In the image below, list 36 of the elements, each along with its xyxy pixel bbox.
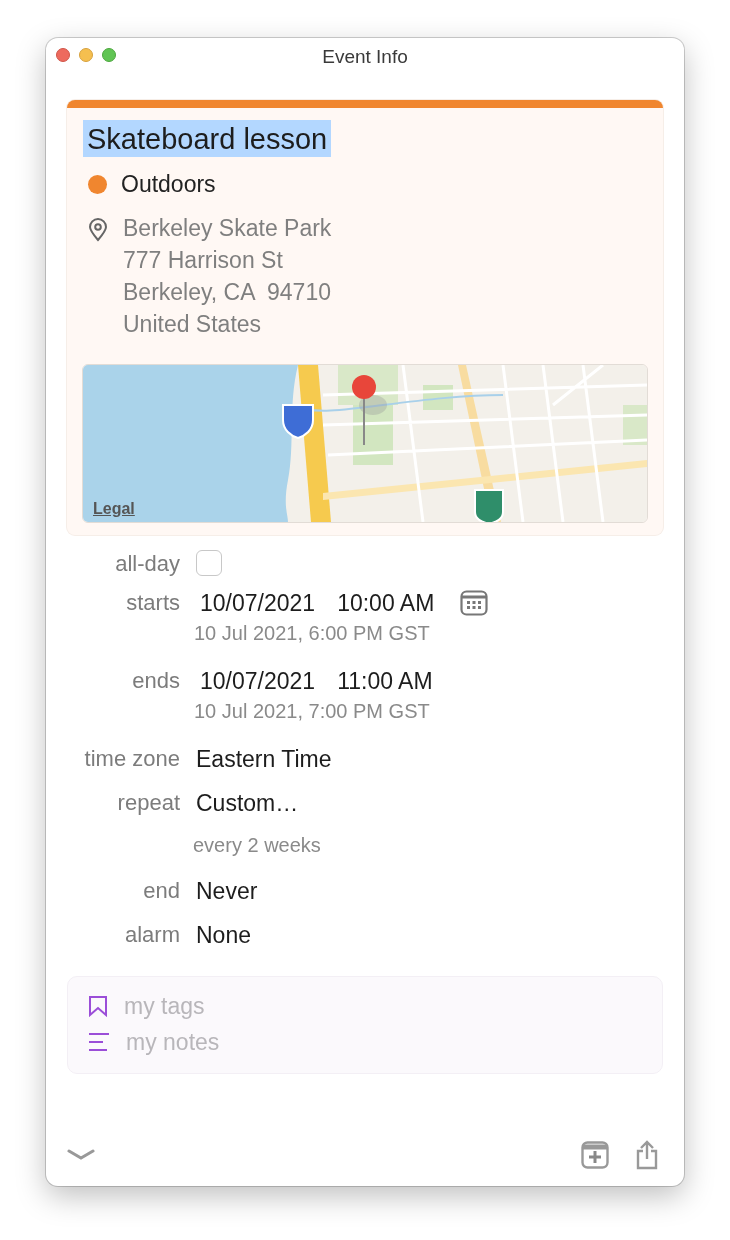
date-field[interactable]: 10/07/2021: [200, 586, 316, 620]
field-label: repeat: [116, 789, 180, 817]
all-day-checkbox[interactable]: [196, 550, 222, 576]
legal-link[interactable]: Legal: [93, 500, 135, 518]
collapse-chevron-icon[interactable]: [67, 1148, 95, 1162]
calendar-name[interactable]: Outdoors: [121, 171, 216, 198]
window-title: Event Info: [322, 46, 408, 68]
share-icon[interactable]: [635, 1140, 659, 1170]
calendar-icon[interactable]: [460, 590, 489, 616]
field-label: starts: [125, 589, 180, 617]
field-label: all-day: [114, 550, 180, 578]
date-field[interactable]: 10/07/2021: [200, 664, 316, 698]
time-field[interactable]: 10:00 AM: [337, 586, 435, 620]
event-title[interactable]: Skateboard lesson: [83, 120, 332, 157]
tags-field[interactable]: my tags: [124, 991, 524, 1021]
notes-icon: [88, 1032, 110, 1052]
bookmark-icon: [88, 995, 108, 1017]
field-label: end: [142, 877, 180, 905]
field-label: ends: [131, 667, 180, 695]
notes-field[interactable]: my notes: [126, 1027, 526, 1057]
address: Berkeley Skate Park 777 Harrison St Berkeley, CA 94710 United States: [123, 214, 332, 339]
converted-time: 10 Jul 2021, 7:00 PM GST: [194, 699, 431, 724]
field-value[interactable]: None: [196, 918, 663, 952]
close-button[interactable]: [56, 48, 70, 62]
location-pin-icon: [88, 218, 108, 242]
zoom-button[interactable]: [102, 48, 116, 62]
field-value[interactable]: Eastern Time: [196, 742, 663, 776]
minimize-button[interactable]: [79, 48, 93, 62]
field-label: alarm: [124, 921, 180, 949]
field-value[interactable]: Never: [196, 874, 663, 908]
converted-time: 10 Jul 2021, 6:00 PM GST: [194, 621, 431, 646]
time-field[interactable]: 11:00 AM: [337, 664, 433, 698]
field-value[interactable]: Custom…: [196, 786, 663, 820]
field-label: time zone: [83, 745, 180, 773]
repeat-note: every 2 weeks: [193, 833, 322, 858]
add-event-icon[interactable]: [581, 1141, 609, 1169]
